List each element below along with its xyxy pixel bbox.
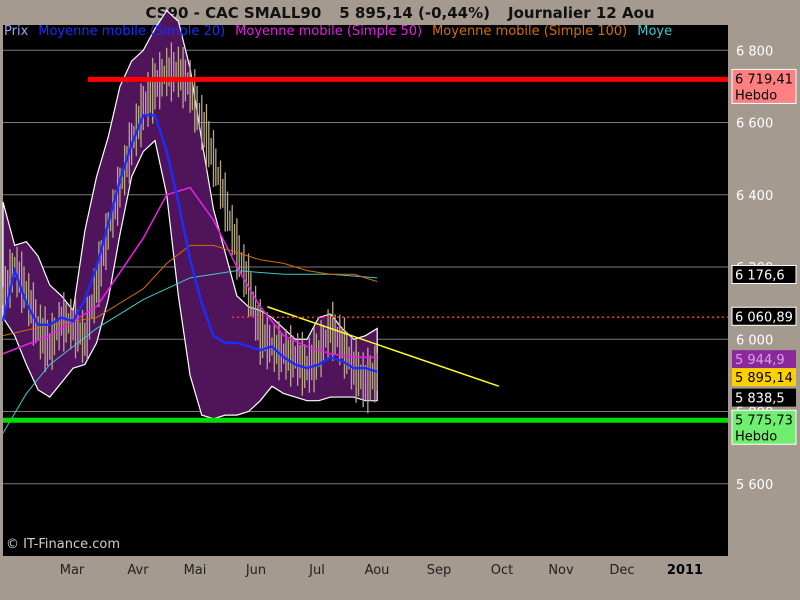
x-tick-label: Nov xyxy=(548,563,574,578)
level-label: 6 719,41 xyxy=(735,72,793,87)
legend: Prix Moyenne mobile (Simple 20) Moyenne mo… xyxy=(4,24,682,39)
legend-item: Moyenne mobile (Simple 100) xyxy=(432,24,628,39)
x-tick-label: Dec xyxy=(609,563,634,578)
level-label: 5 775,73 xyxy=(735,413,793,428)
credit-text: © IT-Finance.com xyxy=(6,537,121,552)
level-label: 6 176,6 xyxy=(735,268,785,283)
plot-area xyxy=(3,25,728,556)
level-label: 6 060,89 xyxy=(735,310,793,325)
x-tick-label: Sep xyxy=(427,563,452,578)
x-tick-label: Jun xyxy=(245,563,266,578)
x-tick-label: Mar xyxy=(60,563,85,578)
legend-item: Moyenne mobile (Simple 20) xyxy=(38,24,226,39)
price-chart[interactable]: 6 8006 6006 4006 2006 0005 8005 600MarAv… xyxy=(0,0,800,600)
x-tick-label: Avr xyxy=(127,563,149,578)
level-sublabel: Hebdo xyxy=(735,429,777,444)
value-label: 5 944,9 xyxy=(735,353,785,368)
y-tick-label: 6 000 xyxy=(736,333,773,348)
x-tick-label: Mai xyxy=(184,563,207,578)
y-tick-label: 6 400 xyxy=(736,189,773,204)
level-sublabel: Hebdo xyxy=(735,88,777,103)
x-tick-label: 2011 xyxy=(667,563,703,578)
value-label: 5 838,5 xyxy=(735,392,785,407)
x-tick-label: Jul xyxy=(308,563,325,578)
legend-item: Prix xyxy=(4,24,29,39)
x-tick-label: Aou xyxy=(365,563,390,578)
legend-item: Moyenne mobile (Simple 50) xyxy=(235,24,423,39)
legend-item: Moye xyxy=(637,24,673,39)
value-label: 5 895,14 xyxy=(735,371,793,386)
y-tick-label: 6 800 xyxy=(736,44,773,59)
y-tick-label: 6 600 xyxy=(736,117,773,132)
y-tick-label: 5 600 xyxy=(736,478,773,493)
x-tick-label: Oct xyxy=(491,563,513,578)
